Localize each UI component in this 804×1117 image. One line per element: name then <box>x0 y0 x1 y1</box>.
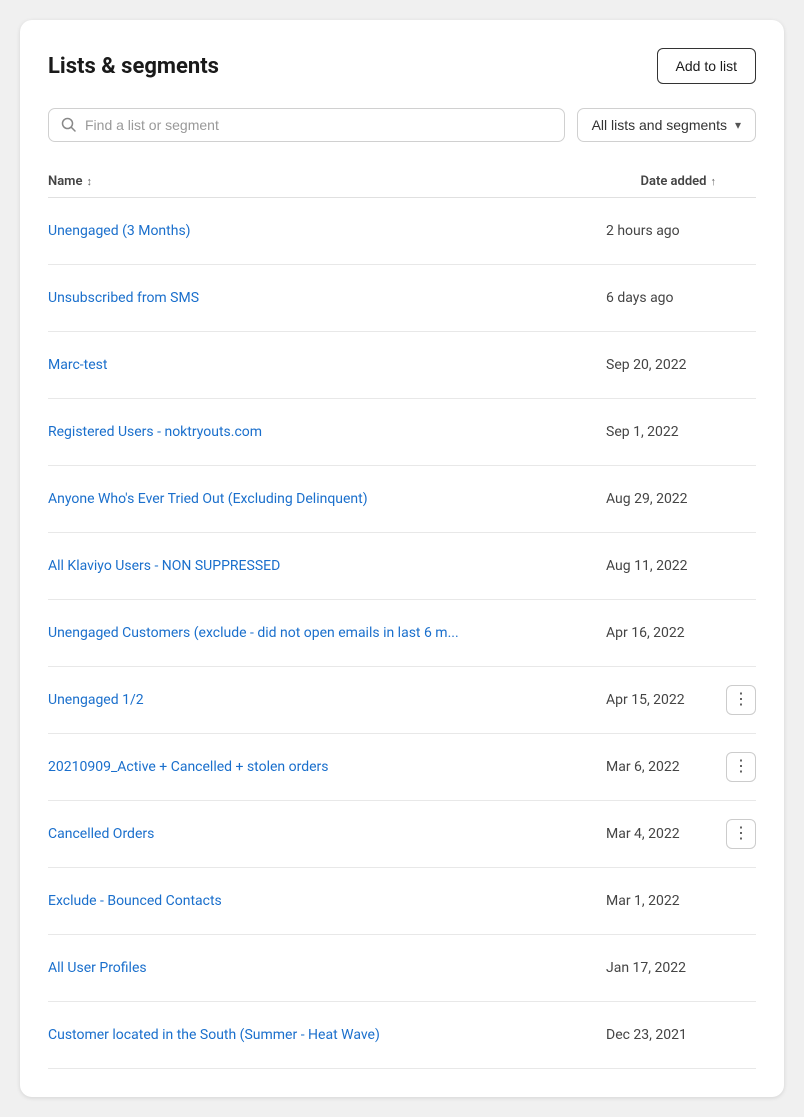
date-column-header[interactable]: Date added ↑ <box>641 174 716 189</box>
row-name-link[interactable]: Cancelled Orders <box>48 826 606 842</box>
main-card: Lists & segments Add to list All lists a… <box>20 20 784 1097</box>
toolbar: All lists and segments ▾ <box>48 108 756 142</box>
row-name-link[interactable]: Marc-test <box>48 357 606 373</box>
row-right: 6 days ago <box>606 283 756 313</box>
table-row: Customer located in the South (Summer - … <box>48 1002 756 1069</box>
more-btn-placeholder <box>726 1020 756 1050</box>
page-header: Lists & segments Add to list <box>48 48 756 84</box>
table-row: Unsubscribed from SMS6 days ago <box>48 265 756 332</box>
search-icon <box>61 117 77 133</box>
table-row: Unengaged (3 Months)2 hours ago <box>48 198 756 265</box>
row-right: Dec 23, 2021 <box>606 1020 756 1050</box>
name-sort-icon: ↕ <box>86 175 92 188</box>
row-date: Aug 29, 2022 <box>606 491 716 507</box>
search-input[interactable] <box>85 117 552 133</box>
row-date: Mar 6, 2022 <box>606 759 716 775</box>
more-btn-placeholder <box>726 283 756 313</box>
row-date: Jan 17, 2022 <box>606 960 716 976</box>
row-name-link[interactable]: Customer located in the South (Summer - … <box>48 1027 606 1043</box>
table-row: Unengaged Customers (exclude - did not o… <box>48 600 756 667</box>
more-btn-placeholder <box>726 618 756 648</box>
search-wrapper <box>48 108 565 142</box>
row-name-link[interactable]: Unengaged (3 Months) <box>48 223 606 239</box>
row-name-link[interactable]: Unengaged 1/2 <box>48 692 606 708</box>
table-row: Cancelled OrdersMar 4, 2022 ⋮ <box>48 801 756 868</box>
table-row: Unengaged 1/2Apr 15, 2022 ⋮ <box>48 667 756 734</box>
more-btn-placeholder <box>726 350 756 380</box>
row-name-link[interactable]: All User Profiles <box>48 960 606 976</box>
row-date: Aug 11, 2022 <box>606 558 716 574</box>
add-to-list-button[interactable]: Add to list <box>657 48 756 84</box>
row-date: Sep 1, 2022 <box>606 424 716 440</box>
row-right: Mar 1, 2022 <box>606 886 756 916</box>
row-date: Apr 16, 2022 <box>606 625 716 641</box>
row-right: Mar 6, 2022 ⋮ <box>606 752 756 782</box>
row-name-link[interactable]: Registered Users - noktryouts.com <box>48 424 606 440</box>
row-name-link[interactable]: 20210909_Active + Cancelled + stolen ord… <box>48 759 606 775</box>
more-btn-placeholder <box>726 417 756 447</box>
more-options-button[interactable]: ⋮ <box>726 685 756 715</box>
row-name-link[interactable]: Unengaged Customers (exclude - did not o… <box>48 625 606 641</box>
table-row: Marc-testSep 20, 2022 <box>48 332 756 399</box>
row-name-link[interactable]: Unsubscribed from SMS <box>48 290 606 306</box>
more-btn-placeholder <box>726 953 756 983</box>
row-date: Mar 1, 2022 <box>606 893 716 909</box>
table-row: 20210909_Active + Cancelled + stolen ord… <box>48 734 756 801</box>
row-date: Sep 20, 2022 <box>606 357 716 373</box>
row-right: Mar 4, 2022 ⋮ <box>606 819 756 849</box>
row-right: Aug 29, 2022 <box>606 484 756 514</box>
date-sort-icon: ↑ <box>711 175 717 188</box>
table-row: Registered Users - noktryouts.comSep 1, … <box>48 399 756 466</box>
filter-dropdown[interactable]: All lists and segments ▾ <box>577 108 756 142</box>
table-row: All Klaviyo Users - NON SUPPRESSEDAug 11… <box>48 533 756 600</box>
dropdown-label: All lists and segments <box>592 117 727 133</box>
row-right: Apr 16, 2022 <box>606 618 756 648</box>
row-right: Sep 1, 2022 <box>606 417 756 447</box>
row-right: Jan 17, 2022 <box>606 953 756 983</box>
table-body: Unengaged (3 Months)2 hours agoUnsubscri… <box>48 198 756 1069</box>
more-btn-placeholder <box>726 886 756 916</box>
row-right: Sep 20, 2022 <box>606 350 756 380</box>
more-btn-placeholder <box>726 216 756 246</box>
name-column-header[interactable]: Name ↕ <box>48 174 92 189</box>
row-date: Dec 23, 2021 <box>606 1027 716 1043</box>
row-date: 6 days ago <box>606 290 716 306</box>
more-btn-placeholder <box>726 484 756 514</box>
table-row: Exclude - Bounced ContactsMar 1, 2022 <box>48 868 756 935</box>
more-btn-placeholder <box>726 551 756 581</box>
row-date: 2 hours ago <box>606 223 716 239</box>
row-name-link[interactable]: Exclude - Bounced Contacts <box>48 893 606 909</box>
table-row: All User ProfilesJan 17, 2022 <box>48 935 756 1002</box>
row-date: Mar 4, 2022 <box>606 826 716 842</box>
row-name-link[interactable]: Anyone Who's Ever Tried Out (Excluding D… <box>48 491 606 507</box>
more-options-button[interactable]: ⋮ <box>726 752 756 782</box>
row-right: 2 hours ago <box>606 216 756 246</box>
row-right: Apr 15, 2022 ⋮ <box>606 685 756 715</box>
row-right: Aug 11, 2022 <box>606 551 756 581</box>
row-date: Apr 15, 2022 <box>606 692 716 708</box>
more-options-button[interactable]: ⋮ <box>726 819 756 849</box>
row-name-link[interactable]: All Klaviyo Users - NON SUPPRESSED <box>48 558 606 574</box>
page-title: Lists & segments <box>48 54 219 79</box>
table-header: Name ↕ Date added ↑ <box>48 166 756 198</box>
table-row: Anyone Who's Ever Tried Out (Excluding D… <box>48 466 756 533</box>
chevron-down-icon: ▾ <box>735 118 741 132</box>
